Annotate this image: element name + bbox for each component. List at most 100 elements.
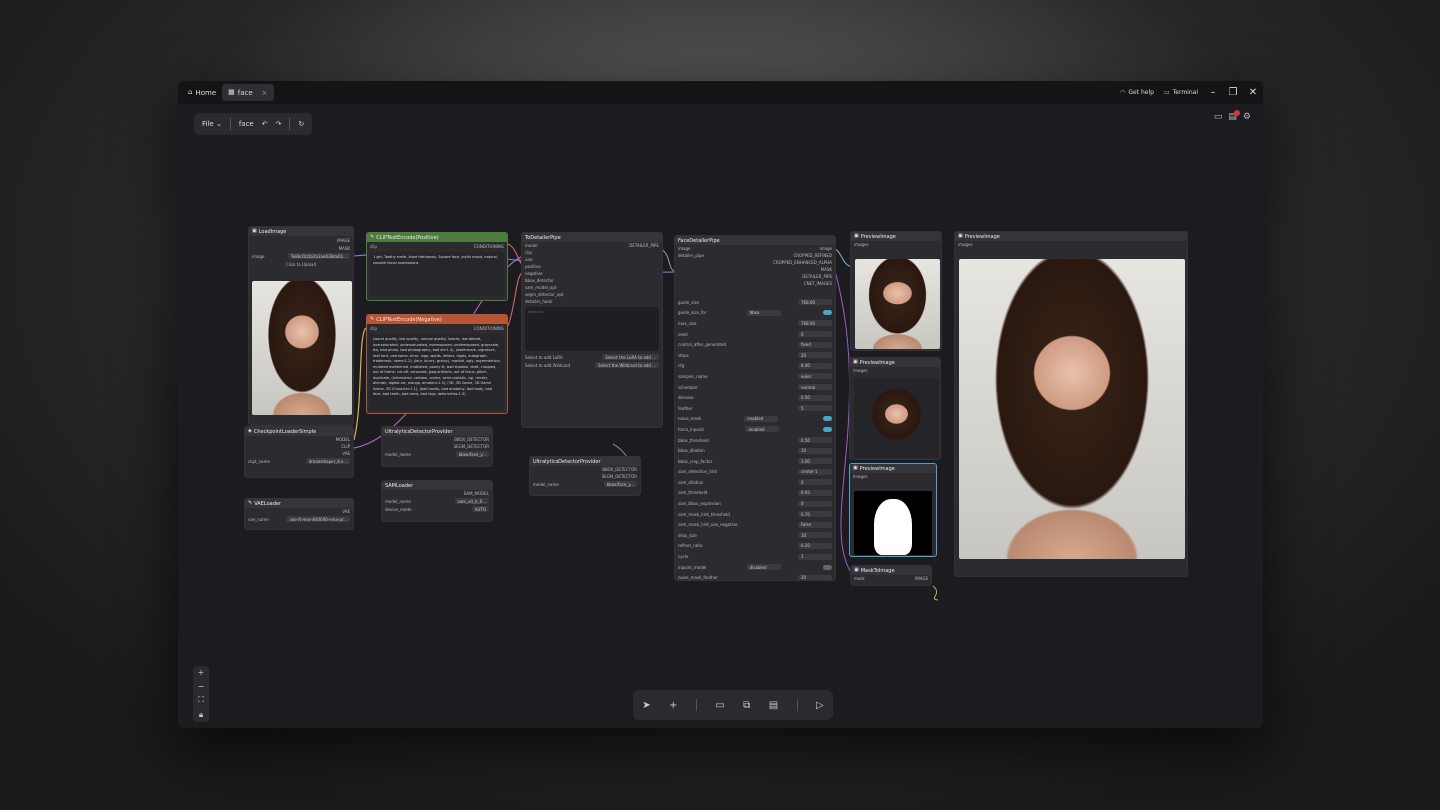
input-slot[interactable]: sam_model_opt	[522, 284, 662, 291]
nodes-icon[interactable]: ⧉	[743, 700, 750, 711]
input-slot[interactable]: negative	[522, 270, 662, 277]
io-slots[interactable]: model DETAILER_PIPE	[522, 242, 662, 249]
face-widget-row[interactable]: sam_threshold 0.93	[675, 488, 835, 499]
wildcard-widget[interactable]: Select to add Wildcard Select the Wildcar…	[522, 361, 662, 369]
io-slots[interactable]: mask IMAGE	[851, 575, 931, 582]
run-icon[interactable]: ▷	[816, 700, 824, 711]
face-widget-row[interactable]: sam_mask_hint_threshold 0.70	[675, 509, 835, 520]
preview-image-node-1[interactable]: ▣ PreviewImage images	[850, 231, 942, 351]
home-tab[interactable]: ⌂ Home	[182, 84, 222, 101]
input-slot[interactable]: clip	[522, 249, 662, 256]
ultralytics-detector-node[interactable]: UltralyticsDetectorProvider BBOX_DETECTO…	[381, 426, 493, 467]
load-image-node[interactable]: ▣ LoadImage IMAGE MASK image Te8bd1b5b2b3a…	[248, 226, 354, 426]
face-widget-row[interactable]: guide_size_for bbox	[675, 308, 835, 319]
face-widget-row[interactable]: cycle 1	[675, 551, 835, 562]
model-widget[interactable]: model_name bbox/face_y...	[382, 450, 492, 458]
face-widget-row[interactable]: noise_mask_feather 20	[675, 572, 835, 580]
output-slot[interactable]: SEGM_DETECTOR	[382, 443, 492, 450]
input-slot[interactable]: detailer_hook	[522, 298, 662, 305]
output-slot[interactable]: SEGM_DETECTOR	[530, 473, 640, 480]
vae-loader-node[interactable]: ✎ VAELoader VAE vae_name vae-ft-mse-840000…	[244, 498, 354, 530]
preview-image-node-3[interactable]: ▣ PreviewImage images	[849, 463, 937, 557]
mask-to-image-node[interactable]: ▣ MaskToImage mask IMAGE	[850, 565, 932, 586]
film-icon[interactable]: ▤	[769, 700, 778, 711]
node-canvas[interactable]: File ⌄ face ↶ ↷ ↻ ▭ ▤ ⚙ ▣ LoadImage IMAG…	[178, 104, 1263, 728]
checkpoint-loader-node[interactable]: ◈ CheckpointLoaderSimple MODEL CLIP VAE c…	[244, 426, 354, 478]
sam-loader-node[interactable]: SAMLoader SAM_MODEL model_name sam_vit_b_…	[381, 480, 493, 522]
input-slot[interactable]: images	[850, 367, 940, 374]
face-widget-row[interactable]: bbox_dilation 10	[675, 445, 835, 456]
ultralytics-detector-node-2[interactable]: UltralyticsDetectorProvider BBOX_DETECTO…	[529, 456, 641, 496]
ckpt-widget[interactable]: ckpt_name dreamshaper_8.s...	[245, 457, 353, 465]
face-detailer-pipe-node[interactable]: FaceDetailerPipe image image detailer_pip…	[674, 235, 836, 581]
output-slot[interactable]: MASK	[249, 244, 353, 252]
face-widget-row[interactable]: denoise 0.50	[675, 392, 835, 403]
face-widget-row[interactable]: max_size 768.00	[675, 318, 835, 329]
input-slot[interactable]: images	[955, 241, 1187, 248]
face-widget-row[interactable]: sam_detection_hint center-1	[675, 467, 835, 478]
face-widget-row[interactable]: scheduler normal	[675, 382, 835, 393]
face-widget-row[interactable]: sam_mask_hint_use_negative False	[675, 519, 835, 530]
negative-prompt[interactable]: (worst quality, low quality, normal qual…	[370, 334, 504, 410]
toggle-switch[interactable]	[822, 310, 832, 316]
to-detailer-pipe-node[interactable]: ToDetailerPipe model DETAILER_PIPE clip v…	[521, 232, 663, 428]
output-slot[interactable]: MASK	[675, 266, 835, 273]
lock-icon[interactable]: 🔒︎	[199, 710, 203, 720]
upload-button[interactable]: Click to Upload	[249, 260, 353, 268]
input-slot[interactable]: vae	[522, 256, 662, 263]
face-widget-row[interactable]: feather 5	[675, 403, 835, 414]
output-slot[interactable]: CNET_IMAGES	[675, 280, 835, 287]
toggle-switch[interactable]	[823, 426, 832, 432]
output-slot[interactable]: DETAILER_PIPE	[675, 273, 835, 280]
output-slot[interactable]: MODEL	[245, 436, 353, 443]
output-slot[interactable]: CROPPED_ENHANCED_ALPHA	[675, 259, 835, 266]
input-slot[interactable]: positive	[522, 263, 662, 270]
positive-prompt[interactable]: 1 girl, Toothy smile, Anne Hathaway, Squ…	[370, 252, 504, 296]
workflow-tab[interactable]: ▦ face ×	[222, 84, 274, 101]
clip-text-encode-positive-node[interactable]: ✎ CLIPTextEncode(Positive) clip CONDITIONI…	[366, 232, 508, 301]
face-widget-row[interactable]: guide_size 768.00	[675, 297, 835, 308]
output-slot[interactable]: VAE	[245, 508, 353, 515]
face-widget-row[interactable]: steps 20	[675, 350, 835, 361]
face-widget-row[interactable]: sam_bbox_expansion 0	[675, 498, 835, 509]
maximize-icon[interactable]: ❐	[1223, 87, 1243, 98]
minimize-icon[interactable]: –	[1203, 87, 1223, 98]
fit-view-icon[interactable]: ⛶	[198, 695, 204, 705]
input-slot[interactable]: bbox_detector	[522, 277, 662, 284]
face-widget-row[interactable]: bbox_crop_factor 3.00	[675, 456, 835, 467]
output-slot[interactable]: CLIP	[245, 443, 353, 450]
zoom-out-icon[interactable]: −	[198, 682, 205, 691]
face-widget-row[interactable]: seed 0	[675, 329, 835, 340]
close-tab-icon[interactable]: ×	[262, 89, 268, 97]
wildcard-textarea[interactable]: wildcard	[525, 307, 659, 351]
clip-text-encode-negative-node[interactable]: ✎ CLIPTextEncode(Negative) clip CONDITIONI…	[366, 314, 508, 414]
image-widget[interactable]: image Te8bd1b5b2b3ae638da61...	[249, 252, 353, 260]
output-slot[interactable]: SAM_MODEL	[382, 490, 492, 497]
input-slot[interactable]: images	[851, 241, 941, 248]
face-widget-row[interactable]: force_inpaint enabled	[675, 424, 835, 435]
device-widget[interactable]: device_mode AUTO	[382, 505, 492, 513]
terminal-button[interactable]: ▭ Terminal	[1159, 85, 1203, 101]
io-slots[interactable]: image image	[675, 245, 835, 252]
io-slots[interactable]: clip CONDITIONING	[367, 242, 507, 250]
face-widget-row[interactable]: inpaint_model disabled	[675, 562, 835, 573]
input-slot[interactable]: segm_detector_opt	[522, 291, 662, 298]
toggle-switch[interactable]	[822, 416, 832, 422]
output-slot[interactable]: BBOX_DETECTOR	[530, 466, 640, 473]
output-slot[interactable]: BBOX_DETECTOR	[382, 436, 492, 443]
face-widget-row[interactable]: sam_dilation 0	[675, 477, 835, 488]
model-widget[interactable]: model_name sam_vit_b_0...	[382, 497, 492, 505]
model-widget[interactable]: model_name bbox/face_y...	[530, 480, 640, 488]
io-slots[interactable]: clip CONDITIONING	[367, 324, 507, 332]
face-widget-row[interactable]: sampler_name euler	[675, 371, 835, 382]
face-widget-row[interactable]: drop_size 10	[675, 530, 835, 541]
lora-widget[interactable]: Select to add LoRA Select the LoRA to add…	[522, 353, 662, 361]
toggle-switch[interactable]	[823, 564, 832, 570]
face-widget-row[interactable]: bbox_threshold 0.50	[675, 435, 835, 446]
close-window-icon[interactable]: ✕	[1243, 87, 1263, 98]
preview-image-node-2[interactable]: ▣ PreviewImage images	[849, 357, 941, 460]
face-widget-row[interactable]: refiner_ratio 0.20	[675, 541, 835, 552]
zoom-in-icon[interactable]: +	[198, 668, 205, 677]
face-widget-row[interactable]: noise_mask enabled	[675, 414, 835, 425]
terminal-icon[interactable]: ▭	[715, 700, 724, 711]
